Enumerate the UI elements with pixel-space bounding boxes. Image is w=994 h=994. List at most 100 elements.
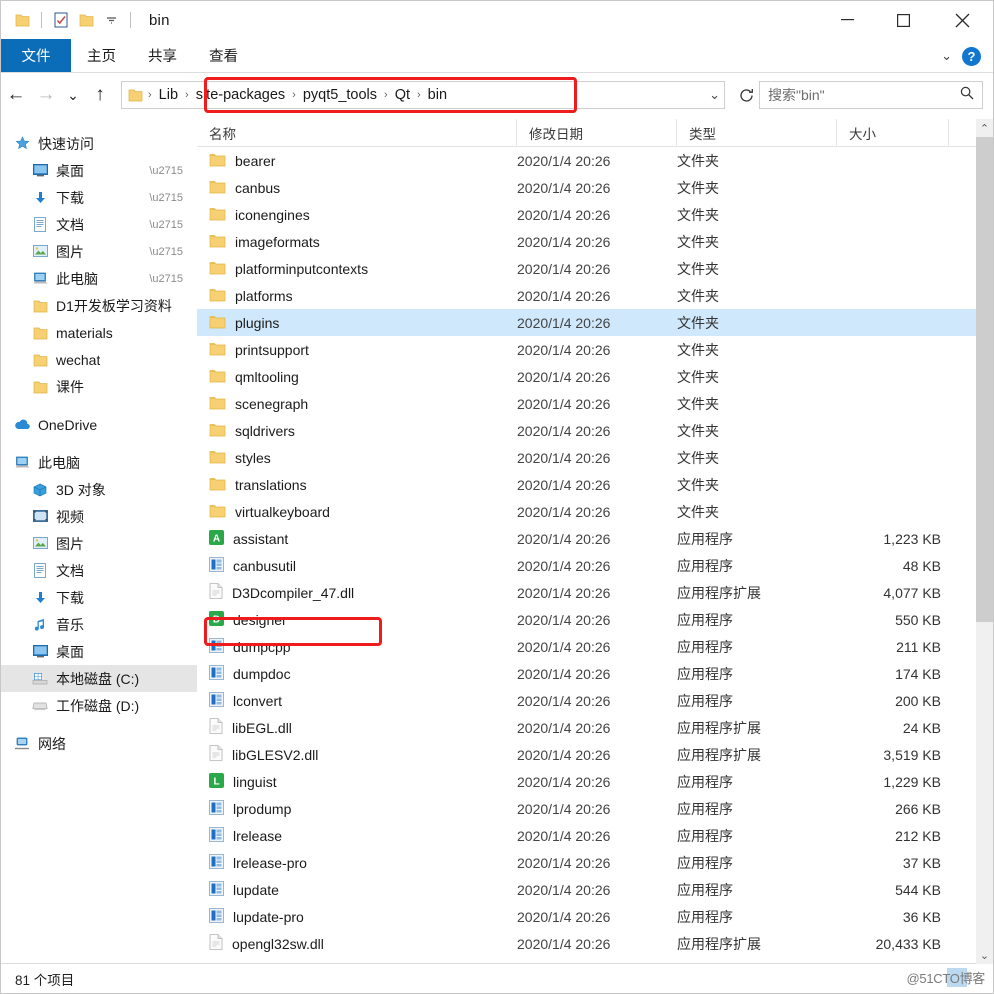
breadcrumb-item-pyqt5-tools[interactable]: pyqt5_tools [297, 87, 383, 103]
sidebar-item-pictures-pc[interactable]: 图片 [1, 530, 197, 557]
sidebar-item-d1-folder[interactable]: D1开发板学习资料 [1, 292, 197, 319]
table-row[interactable]: Llinguist 2020/1/4 20:26 应用程序 1,229 KB [197, 768, 993, 795]
sidebar-item-downloads[interactable]: 下载 \u2715 [1, 184, 197, 211]
tab-view[interactable]: 查看 [193, 39, 254, 72]
breadcrumb-item-qt[interactable]: Qt [389, 87, 416, 103]
file-name-cell[interactable]: lrelease [197, 826, 517, 845]
table-row[interactable]: lupdate 2020/1/4 20:26 应用程序 544 KB [197, 876, 993, 903]
pin-icon[interactable]: \u2715 [149, 273, 183, 285]
file-name-cell[interactable]: opengl32sw.dll [197, 934, 517, 953]
file-name-cell[interactable]: scenegraph [197, 395, 517, 413]
table-row[interactable]: translations 2020/1/4 20:26 文件夹 [197, 471, 993, 498]
maximize-button[interactable] [875, 1, 931, 39]
breadcrumb-item-bin[interactable]: bin [422, 87, 453, 103]
table-row[interactable]: styles 2020/1/4 20:26 文件夹 [197, 444, 993, 471]
column-header-size[interactable]: 大小 [837, 119, 949, 147]
table-row[interactable]: lconvert 2020/1/4 20:26 应用程序 200 KB [197, 687, 993, 714]
table-row[interactable]: platforminputcontexts 2020/1/4 20:26 文件夹 [197, 255, 993, 282]
pin-icon[interactable]: \u2715 [149, 165, 183, 177]
table-row[interactable]: plugins 2020/1/4 20:26 文件夹 [197, 309, 993, 336]
table-row[interactable]: lprodump 2020/1/4 20:26 应用程序 266 KB [197, 795, 993, 822]
search-icon[interactable] [960, 86, 974, 105]
table-row[interactable]: lupdate-pro 2020/1/4 20:26 应用程序 36 KB [197, 903, 993, 930]
table-row[interactable]: imageformats 2020/1/4 20:26 文件夹 [197, 228, 993, 255]
tab-home[interactable]: 主页 [71, 39, 132, 72]
table-row[interactable]: qmltooling 2020/1/4 20:26 文件夹 [197, 363, 993, 390]
scroll-up-arrow-icon[interactable]: ⌃ [976, 119, 993, 137]
sidebar-group-quick-access[interactable]: 快速访问 [1, 130, 197, 157]
tab-share[interactable]: 共享 [132, 39, 193, 72]
recent-locations-button[interactable]: ⌄ [61, 80, 85, 110]
file-name-cell[interactable]: lprodump [197, 799, 517, 818]
pin-icon[interactable]: \u2715 [149, 246, 183, 258]
table-row[interactable]: lrelease-pro 2020/1/4 20:26 应用程序 37 KB [197, 849, 993, 876]
file-name-cell[interactable]: lupdate-pro [197, 907, 517, 926]
file-name-cell[interactable]: lconvert [197, 691, 517, 710]
file-name-cell[interactable]: canbus [197, 179, 517, 197]
file-name-cell[interactable]: dumpcpp [197, 637, 517, 656]
table-row[interactable]: platforms 2020/1/4 20:26 文件夹 [197, 282, 993, 309]
search-input[interactable]: 搜索"bin" [759, 81, 983, 109]
scrollbar-thumb[interactable] [976, 137, 993, 622]
file-name-cell[interactable]: dumpdoc [197, 664, 517, 683]
file-name-cell[interactable]: styles [197, 449, 517, 467]
new-folder-icon[interactable] [75, 9, 97, 31]
file-name-cell[interactable]: plugins [197, 314, 517, 332]
pin-icon[interactable]: \u2715 [149, 192, 183, 204]
table-row[interactable]: printsupport 2020/1/4 20:26 文件夹 [197, 336, 993, 363]
table-row[interactable]: canbusutil 2020/1/4 20:26 应用程序 48 KB [197, 552, 993, 579]
minimize-button[interactable] [819, 1, 875, 39]
column-header-name[interactable]: 名称 ⌃ [197, 119, 517, 147]
forward-button[interactable]: → [31, 80, 61, 110]
table-row[interactable]: iconengines 2020/1/4 20:26 文件夹 [197, 201, 993, 228]
sidebar-item-videos[interactable]: 视频 [1, 503, 197, 530]
file-name-cell[interactable]: platforms [197, 287, 517, 305]
sidebar-group-network[interactable]: 网络 [1, 730, 197, 757]
sidebar-item-materials[interactable]: materials [1, 319, 197, 346]
table-row[interactable]: scenegraph 2020/1/4 20:26 文件夹 [197, 390, 993, 417]
table-row[interactable]: Ddesigner 2020/1/4 20:26 应用程序 550 KB [197, 606, 993, 633]
file-name-cell[interactable]: printsupport [197, 341, 517, 359]
sidebar-group-this-pc[interactable]: 此电脑 [1, 449, 197, 476]
file-name-cell[interactable]: sqldrivers [197, 422, 517, 440]
table-row[interactable]: Aassistant 2020/1/4 20:26 应用程序 1,223 KB [197, 525, 993, 552]
sidebar-item-music[interactable]: 音乐 [1, 611, 197, 638]
table-row[interactable]: canbus 2020/1/4 20:26 文件夹 [197, 174, 993, 201]
up-button[interactable]: ↑ [85, 80, 115, 110]
sidebar-group-onedrive[interactable]: OneDrive [1, 411, 197, 438]
file-name-cell[interactable]: libEGL.dll [197, 718, 517, 737]
sidebar-item-downloads-pc[interactable]: 下载 [1, 584, 197, 611]
chevron-down-icon[interactable] [100, 9, 122, 31]
file-name-cell[interactable]: platforminputcontexts [197, 260, 517, 278]
sidebar-item-desktop-pc[interactable]: 桌面 [1, 638, 197, 665]
file-name-cell[interactable]: translations [197, 476, 517, 494]
table-row[interactable]: virtualkeyboard 2020/1/4 20:26 文件夹 [197, 498, 993, 525]
table-row[interactable]: opengl32sw.dll 2020/1/4 20:26 应用程序扩展 20,433… [197, 930, 993, 957]
table-row[interactable]: libEGL.dll 2020/1/4 20:26 应用程序扩展 24 KB [197, 714, 993, 741]
file-name-cell[interactable]: canbusutil [197, 556, 517, 575]
table-row[interactable]: dumpdoc 2020/1/4 20:26 应用程序 174 KB [197, 660, 993, 687]
help-icon[interactable]: ? [962, 46, 981, 66]
table-row[interactable]: dumpcpp 2020/1/4 20:26 应用程序 211 KB [197, 633, 993, 660]
breadcrumb-item-site-packages[interactable]: site-packages [190, 87, 291, 103]
table-row[interactable]: libGLESV2.dll 2020/1/4 20:26 应用程序扩展 3,519 K… [197, 741, 993, 768]
file-name-cell[interactable]: D3Dcompiler_47.dll [197, 583, 517, 602]
sidebar-item-documents[interactable]: 文档 \u2715 [1, 211, 197, 238]
sidebar-item-courseware[interactable]: 课件 [1, 373, 197, 400]
sidebar-item-documents-pc[interactable]: 文档 [1, 557, 197, 584]
file-name-cell[interactable]: iconengines [197, 206, 517, 224]
sidebar-item-this-pc[interactable]: 此电脑 \u2715 [1, 265, 197, 292]
refresh-button[interactable] [733, 81, 759, 109]
table-row[interactable]: bearer 2020/1/4 20:26 文件夹 [197, 147, 993, 174]
chevron-down-icon[interactable]: ⌄ [941, 48, 952, 64]
breadcrumb-item-lib[interactable]: Lib [153, 87, 184, 103]
table-row[interactable]: D3Dcompiler_47.dll 2020/1/4 20:26 应用程序扩展 4,… [197, 579, 993, 606]
sidebar-item-pictures[interactable]: 图片 \u2715 [1, 238, 197, 265]
vertical-scrollbar[interactable]: ⌃ ⌄ [976, 119, 993, 964]
folder-icon[interactable] [11, 9, 33, 31]
file-name-cell[interactable]: bearer [197, 152, 517, 170]
chevron-down-icon[interactable]: ⌄ [709, 87, 720, 103]
scroll-down-arrow-icon[interactable]: ⌄ [976, 946, 993, 964]
sidebar-item-work-disk-d[interactable]: 工作磁盘 (D:) [1, 692, 197, 719]
tab-file[interactable]: 文件 [1, 39, 71, 72]
